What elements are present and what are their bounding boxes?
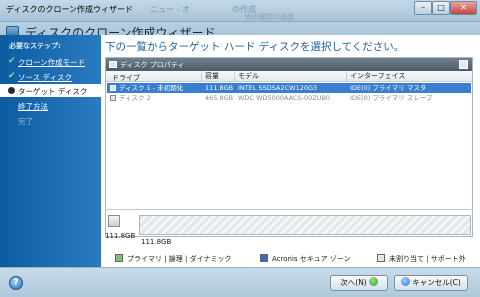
wizard-content: 下の一覧からターゲット ハード ディスクを選択してください。 ディスク プロパテ… <box>101 35 480 267</box>
background-window-text: ニュー - オ <box>150 5 190 14</box>
cancel-icon <box>401 277 411 286</box>
disk-map: 111.8GB 111.8GB <box>105 209 473 246</box>
partition-legend: プライマリ | 論理 | ダイナミック Acronis セキュア ゾーン 未割り… <box>115 253 475 265</box>
wizard-steps-sidebar: 必要なステップ: ✔ クローン作成モード ✔ ソース ディスク ターゲット ディ… <box>0 35 101 267</box>
help-button[interactable]: ? <box>9 276 23 290</box>
window-title: ディスクのクローン作成ウィザード <box>6 5 134 14</box>
legend-label: 未割り当て | サポート外 <box>389 255 466 263</box>
column-header-model[interactable]: モデル <box>234 71 259 82</box>
close-button[interactable]: ✕ <box>450 1 477 15</box>
next-arrow-icon <box>368 277 378 286</box>
unallocated-partition-bar[interactable] <box>139 215 471 235</box>
columns-icon[interactable] <box>459 60 468 69</box>
next-button[interactable]: 次へ(N) <box>330 275 388 291</box>
background-window-text: 他の種類の画面 <box>245 13 294 21</box>
interface-cell: IDE(0) プライマリ マスタ <box>350 84 427 92</box>
table-header: ドライブ 容量 モデル インターフェイス <box>106 71 472 82</box>
column-header-capacity[interactable]: 容量 <box>201 71 219 82</box>
disk-size-label: 111.8GB <box>105 232 136 240</box>
minimize-button[interactable]: – <box>414 1 432 15</box>
next-label: 次へ(N) <box>340 278 367 287</box>
table-row[interactable]: ディスク 1 - 未初期化 111.8GB INTEL SSDSA2CW120G… <box>107 83 471 93</box>
column-header-drive[interactable]: ドライブ <box>112 73 140 83</box>
drive-cell: ディスク 2 <box>119 94 151 102</box>
disk-properties-button[interactable]: ディスク プロパティ <box>120 60 184 70</box>
drive-cell: ディスク 1 - 未初期化 <box>119 84 184 92</box>
window-titlebar: ディスクのクローン作成ウィザード ニュー - オ の作成 他の種類の画面 – □… <box>0 0 480 22</box>
primary-legend-swatch <box>115 254 123 262</box>
cancel-button[interactable]: キャンセル(C) <box>394 275 468 291</box>
secure-zone-legend-swatch <box>260 254 268 262</box>
wizard-footer: ? 次へ(N) キャンセル(C) <box>0 267 480 297</box>
unallocated-legend-swatch <box>377 254 385 262</box>
hard-disk-icon <box>108 215 120 227</box>
model-cell: WDC WD5000AACS-00ZUB0 <box>238 94 331 102</box>
step-finish-method[interactable]: 終了方法 <box>0 99 101 112</box>
capacity-cell: 111.8GB <box>205 84 234 92</box>
check-icon: ✔ <box>8 56 16 66</box>
step-complete: 完了 <box>0 114 101 127</box>
step-label: 終了方法 <box>18 102 48 111</box>
required-steps-label: 必要なステップ: <box>9 42 61 50</box>
step-clone-mode[interactable]: ✔ クローン作成モード <box>0 55 101 68</box>
cancel-label: キャンセル(C) <box>412 278 461 287</box>
partition-size-label: 111.8GB <box>141 238 172 246</box>
step-label: ソース ディスク <box>18 73 72 82</box>
interface-cell: IDE(0) プライマリ スレーブ <box>350 94 433 102</box>
model-cell: INTEL SSDSA2CW120G3 <box>238 84 318 92</box>
legend-label: プライマリ | 論理 | ダイナミック <box>127 255 232 263</box>
legend-label: Acronis セキュア ゾーン <box>272 255 351 263</box>
current-step-arrow-icon <box>8 87 15 94</box>
disk-icon <box>110 95 116 101</box>
step-source-disk[interactable]: ✔ ソース ディスク <box>0 70 101 83</box>
disk-icon <box>110 85 116 91</box>
instruction-text: 下の一覧からターゲット ハード ディスクを選択してください。 <box>105 41 405 53</box>
table-row[interactable]: ディスク 2 465.8GB WDC WD5000AACS-00ZUB0 IDE… <box>107 93 471 103</box>
check-icon: ✔ <box>8 71 16 81</box>
maximize-button[interactable]: □ <box>432 1 450 15</box>
disk-properties-toolbar: ディスク プロパティ <box>106 58 472 71</box>
step-label: ターゲット ディスク <box>18 87 88 96</box>
step-label: クローン作成モード <box>18 58 86 67</box>
step-target-disk[interactable]: ターゲット ディスク <box>0 84 101 97</box>
properties-icon <box>109 61 117 68</box>
step-label: 完了 <box>18 117 33 126</box>
column-header-interface[interactable]: インターフェイス <box>346 71 405 82</box>
capacity-cell: 465.8GB <box>205 94 234 102</box>
